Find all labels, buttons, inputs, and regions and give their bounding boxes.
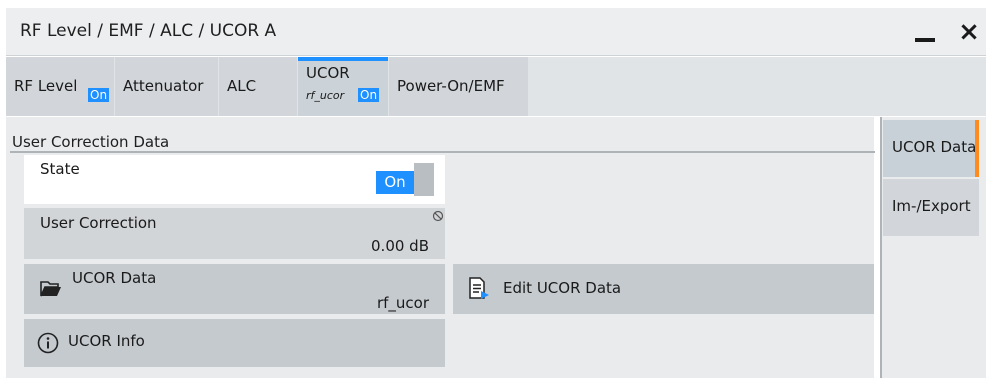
- tab-label: Power-On/EMF: [397, 77, 505, 95]
- ucor-data-label: UCOR Data: [72, 269, 157, 287]
- tab-sublabel: rf_ucor: [306, 89, 345, 102]
- tab-label: ALC: [227, 77, 257, 95]
- title-bar: RF Level / EMF / ALC / UCOR A ×: [6, 8, 986, 56]
- tab-attenuator[interactable]: Attenuator: [115, 57, 218, 116]
- dialog-window: RF Level / EMF / ALC / UCOR A × RF Level…: [0, 0, 992, 378]
- tab-rf-level[interactable]: RF Level On: [6, 57, 114, 116]
- tab-ucor[interactable]: UCOR rf_ucor On: [298, 57, 388, 116]
- user-correction-field: User Correction 0.00 dB: [24, 208, 445, 259]
- info-icon: [37, 332, 59, 354]
- on-badge: On: [358, 88, 380, 102]
- tab-bar: RF Level On Attenuator ALC UCOR rf_ucor …: [6, 57, 986, 116]
- side-tab-label: Im-/Export: [892, 197, 971, 215]
- document-edit-icon: [469, 277, 489, 299]
- tab-label: UCOR: [306, 64, 350, 82]
- folder-open-icon: [40, 281, 61, 297]
- state-toggle[interactable]: On: [376, 163, 434, 196]
- ucor-data-value: rf_ucor: [376, 294, 429, 312]
- disabled-icon: [432, 210, 444, 222]
- ucor-data-button[interactable]: UCOR Data rf_ucor: [24, 264, 445, 314]
- side-tab-ucor-data[interactable]: UCOR Data: [883, 120, 979, 177]
- tab-power-on-emf[interactable]: Power-On/EMF: [389, 57, 528, 116]
- minimize-icon[interactable]: [912, 20, 942, 48]
- edit-ucor-data-button[interactable]: Edit UCOR Data: [453, 264, 874, 314]
- toggle-knob: [414, 163, 434, 196]
- state-label: State: [40, 160, 80, 178]
- toggle-value: On: [376, 171, 414, 194]
- section-title: User Correction Data: [12, 133, 170, 151]
- side-tab-label: UCOR Data: [892, 138, 977, 156]
- user-correction-value: 0.00 dB: [371, 237, 429, 255]
- tab-label: RF Level: [14, 77, 78, 95]
- section-divider: [10, 151, 875, 153]
- window-title: RF Level / EMF / ALC / UCOR A: [20, 21, 277, 41]
- state-row: State On: [24, 155, 445, 204]
- tab-alc[interactable]: ALC: [219, 57, 297, 116]
- tab-label: Attenuator: [123, 77, 204, 95]
- side-tab-import-export[interactable]: Im-/Export: [883, 179, 979, 236]
- ucor-info-label: UCOR Info: [68, 332, 145, 350]
- edit-ucor-data-label: Edit UCOR Data: [503, 279, 622, 297]
- ucor-info-button[interactable]: UCOR Info: [24, 319, 445, 367]
- on-badge: On: [88, 88, 110, 102]
- user-correction-label: User Correction: [40, 214, 157, 232]
- close-icon[interactable]: ×: [954, 16, 984, 48]
